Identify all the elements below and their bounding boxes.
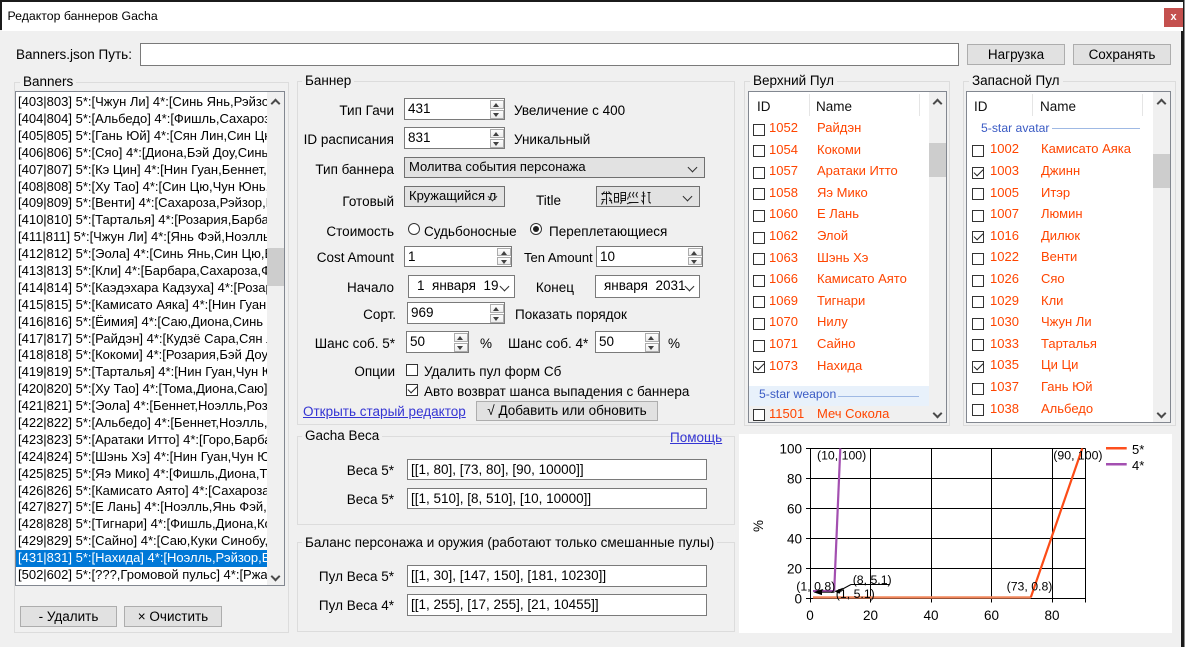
svg-text:40: 40 [787,531,802,546]
svg-text:20: 20 [787,562,802,577]
svg-text:4*: 4* [1132,458,1144,473]
svg-text:(90, 100): (90, 100) [1053,449,1102,463]
svg-text:%: % [751,520,766,532]
svg-text:20: 20 [863,608,878,623]
svg-text:(1, 0.8): (1, 0.8) [796,580,835,594]
svg-text:60: 60 [984,608,999,623]
svg-text:100: 100 [779,441,802,456]
svg-text:0: 0 [806,608,814,623]
svg-text:(73, 0.8): (73, 0.8) [1007,580,1053,594]
svg-text:5*: 5* [1132,442,1144,457]
svg-text:60: 60 [787,501,802,516]
svg-text:80: 80 [1044,608,1059,623]
svg-text:40: 40 [923,608,938,623]
svg-text:80: 80 [787,471,802,486]
svg-text:0: 0 [794,592,802,607]
svg-text:(10, 100): (10, 100) [817,449,866,463]
